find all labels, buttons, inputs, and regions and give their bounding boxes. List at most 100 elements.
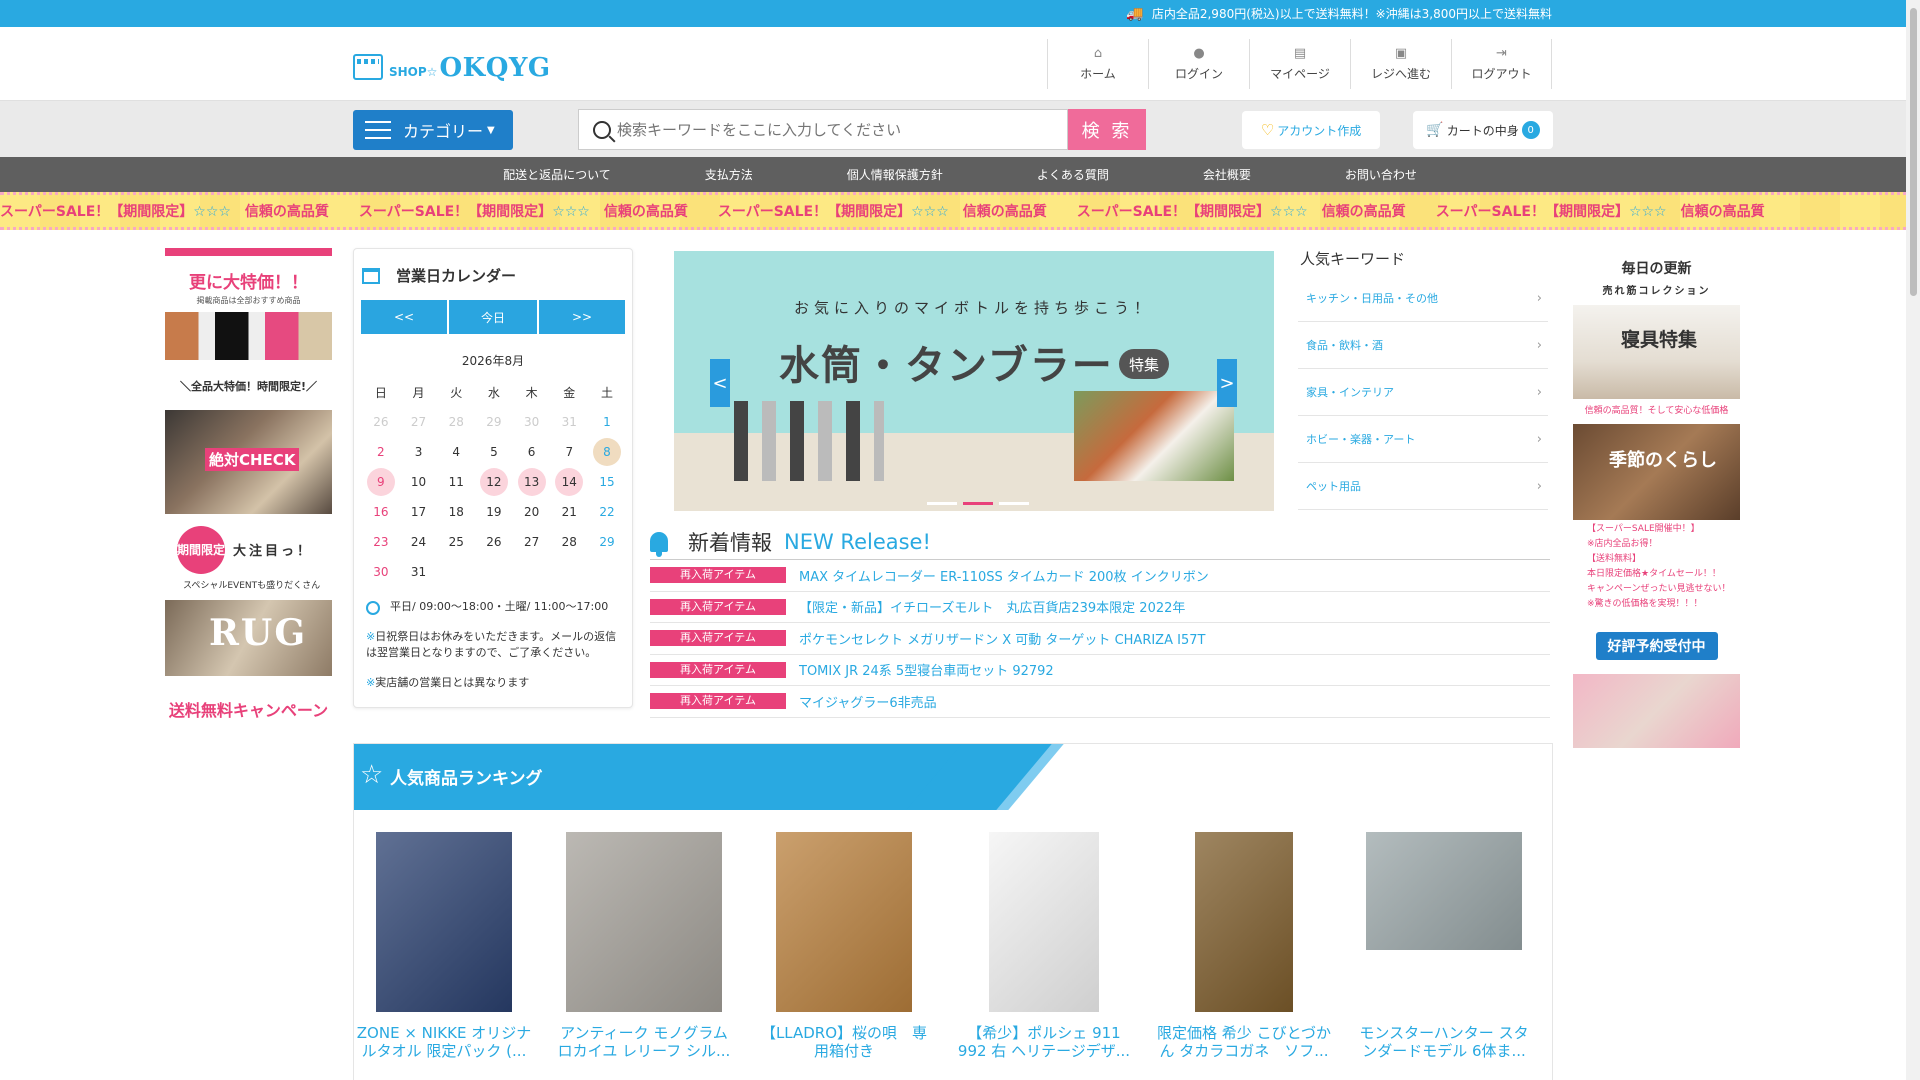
gnav-payment[interactable]: 支払方法 <box>705 166 753 183</box>
product-name[interactable]: モンスターハンター スタンダードモデル 6体ま... <box>1357 1024 1532 1060</box>
calendar-day: 2 <box>377 445 385 459</box>
category-button[interactable]: カテゴリー ▼ <box>353 110 513 150</box>
calendar-day: 4 <box>452 445 461 459</box>
keyword-item[interactable]: キッチン・日用品・その他 › <box>1298 275 1548 322</box>
chevron-right-icon: › <box>1536 337 1542 353</box>
search-box <box>578 109 1068 150</box>
sale-marquee: スーパーSALE！【期間限定】☆☆☆ 信頼の高品質 スーパーSALE！【期間限定… <box>0 192 1920 230</box>
product-list: ZONE × NIKKE オリジナルタオル 限定パック (... アンティーク … <box>354 810 1552 1080</box>
keyword-item[interactable]: ペット用品 › <box>1298 463 1548 510</box>
slider-dot-active[interactable] <box>963 502 993 505</box>
calendar-day: 19 <box>486 505 502 519</box>
marquee-item: スーパーSALE！【期間限定】☆☆☆ 信頼の高品質 <box>1435 204 1765 220</box>
slider-dot[interactable] <box>927 502 957 505</box>
hero-title: 水筒・タンブラー <box>779 343 1114 389</box>
calendar-today-button[interactable]: 今日 <box>449 300 537 334</box>
product-card[interactable]: モンスターハンター スタンダードモデル 6体ま... <box>1354 832 1534 1060</box>
page-scrollbar[interactable] <box>1906 0 1920 1080</box>
create-account-button[interactable]: ♡ アカウント作成 <box>1242 111 1380 149</box>
nav-home[interactable]: ⌂ ホーム <box>1047 39 1148 89</box>
weekday-header: 水 <box>487 385 500 400</box>
nav-mypage[interactable]: ▤ マイページ <box>1249 39 1350 89</box>
product-image[interactable] <box>989 832 1099 1012</box>
product-name[interactable]: 限定価格 希少 こびとづかん タカラコガネ ソフ... <box>1157 1024 1332 1060</box>
slider-next-button[interactable]: > <box>1217 359 1237 407</box>
banner-special-price[interactable]: 更に大特価！！ 掲載商品は全部おすすめ商品 <box>165 248 332 364</box>
keyword-item[interactable]: 家具・インテリア › <box>1298 369 1548 416</box>
news-item[interactable]: 再入荷アイテム TOMIX JR 24系 5型寝台車両セット 92792 <box>650 655 1550 686</box>
star-icon: ☆ <box>360 760 384 790</box>
news-item[interactable]: 再入荷アイテム マイジャグラー6非売品 <box>650 686 1550 718</box>
product-card[interactable]: 【LLADRO】桜の唄 専用箱付き <box>754 832 934 1060</box>
product-card[interactable]: アンティーク モノグラム ロカイユ レリーフ シル... <box>554 832 734 1060</box>
product-image[interactable] <box>566 832 722 1012</box>
keyword-item[interactable]: ホビー・楽器・アート › <box>1298 416 1548 463</box>
preorder-button[interactable]: 好評予約受付中 <box>1595 632 1718 660</box>
search-input[interactable] <box>617 120 1037 139</box>
gnav-privacy[interactable]: 個人情報保護方針 <box>847 166 943 183</box>
news-link[interactable]: 【限定・新品】イチローズモルト 丸広百貨店239本限定 2022年 <box>799 597 1185 616</box>
banner-seasonal-living[interactable]: 季節のくらし <box>1573 424 1740 520</box>
bedding-text: 寝具特集 <box>1621 329 1698 351</box>
calendar-day: 29 <box>599 535 615 549</box>
gnav-contact[interactable]: お問い合わせ <box>1345 166 1417 183</box>
nav-login[interactable]: ● ログイン <box>1148 39 1249 89</box>
nav-mypage-label: マイページ <box>1270 66 1330 81</box>
calendar-day: 8 <box>588 437 626 467</box>
marquee-item: スーパーSALE！【期間限定】☆☆☆ 信頼の高品質 <box>1076 204 1406 220</box>
product-image[interactable] <box>1195 832 1293 1012</box>
news-link[interactable]: TOMIX JR 24系 5型寝台車両セット 92792 <box>799 660 1054 679</box>
product-name[interactable]: 【LLADRO】桜の唄 専用箱付き <box>757 1024 932 1060</box>
banner-pink[interactable] <box>1573 674 1740 748</box>
product-card[interactable]: 【希少】ポルシェ 911 992 右 ヘリテージデザ... <box>954 832 1134 1060</box>
calendar-day: 22 <box>599 505 615 519</box>
product-name[interactable]: 【希少】ポルシェ 911 992 右 ヘリテージデザ... <box>957 1024 1132 1060</box>
scrollbar-thumb[interactable] <box>1910 8 1917 296</box>
nav-logout[interactable]: ⇥ ログアウト <box>1451 39 1552 89</box>
calendar-next-button[interactable]: >> <box>539 300 625 334</box>
product-image[interactable] <box>376 832 512 1012</box>
cart-button[interactable]: 🛒 カートの中身 0 <box>1413 111 1553 149</box>
slider-prev-button[interactable]: < <box>710 359 730 407</box>
calendar-day: 25 <box>448 535 464 549</box>
restock-badge: 再入荷アイテム <box>650 598 786 615</box>
site-logo[interactable]: SHOP☆ OKQYG <box>353 50 551 83</box>
gnav-shipping[interactable]: 配送と返品について <box>503 166 611 183</box>
product-image[interactable] <box>1366 832 1522 950</box>
banner-bedding[interactable]: 寝具特集 <box>1573 305 1740 399</box>
chevron-right-icon: › <box>1536 384 1542 400</box>
banner-limited-period[interactable]: 期間限定 大注目っ！ スペシャルEVENTも盛りだくさん <box>165 522 332 592</box>
product-name[interactable]: アンティーク モノグラム ロカイユ レリーフ シル... <box>557 1024 732 1060</box>
product-card[interactable]: ZONE × NIKKE オリジナルタオル 限定パック (... <box>354 832 534 1060</box>
search-button[interactable]: 検 索 <box>1068 109 1146 150</box>
news-link[interactable]: マイジャグラー6非売品 <box>799 692 937 711</box>
news-title: 新着情報 <box>688 530 772 555</box>
banner-time-limited[interactable]: ＼全品大特価！時間限定!／ <box>165 372 332 402</box>
gnav-faq[interactable]: よくある質問 <box>1037 166 1109 183</box>
nav-checkout[interactable]: ▣ レジへ進む <box>1350 39 1451 89</box>
banner-rug[interactable]: RUG <box>165 600 332 676</box>
news-item[interactable]: 再入荷アイテム MAX タイムレコーダー ER-110SS タイムカード 200枚… <box>650 560 1550 592</box>
product-card[interactable]: 限定価格 希少 こびとづかん タカラコガネ ソフ... <box>1154 832 1334 1060</box>
news-item[interactable]: 再入荷アイテム ポケモンセレクト メガリザードン X 可動 ターゲット CHARI… <box>650 623 1550 655</box>
calendar-note-holidays: ※日祝祭日はお休みをいただきます。メールの返信は翌営業日となりますので、ご了承く… <box>366 630 617 659</box>
calendar-day: 27 <box>523 535 540 549</box>
news-link[interactable]: ポケモンセレクト メガリザードン X 可動 ターゲット CHARIZA I57T <box>799 629 1205 648</box>
hero-slider[interactable]: お気に入りのマイボトルを持ち歩こう！ 水筒・タンブラー 特集 < > <box>674 251 1274 511</box>
global-nav: 配送と返品について 支払方法 個人情報保護方針 よくある質問 会社概要 お問い合… <box>0 157 1920 192</box>
keyword-item[interactable]: 食品・飲料・酒 › <box>1298 322 1548 369</box>
banner-check[interactable]: 絶対CHECK <box>165 410 332 514</box>
calendar-prev-button[interactable]: << <box>361 300 447 334</box>
news-item[interactable]: 再入荷アイテム 【限定・新品】イチローズモルト 丸広百貨店239本限定 2022年 <box>650 592 1550 623</box>
banner-free-shipping[interactable]: 送料無料キャンペーン <box>165 684 332 734</box>
sale-text-banner[interactable]: 【スーパーSALE開催中！】 ※店内全品お得！ 【送料無料】 本日限定価格★タイ… <box>1573 522 1740 626</box>
news-link[interactable]: MAX タイムレコーダー ER-110SS タイムカード 200枚 インクリボン <box>799 566 1209 585</box>
product-name[interactable]: ZONE × NIKKE オリジナルタオル 限定パック (... <box>357 1024 532 1060</box>
business-hours: 平日/ 09:00～18:00・土曜/ 11:00～17:00 <box>366 599 632 615</box>
gnav-company[interactable]: 会社概要 <box>1203 166 1251 183</box>
shipping-notice: 店内全品2,980円(税込)以上で送料無料！※沖縄は3,800円以上で送料無料 <box>1151 7 1552 21</box>
weekday-header: 木 <box>525 385 538 400</box>
product-image[interactable] <box>776 832 912 1012</box>
slider-dot[interactable] <box>999 502 1029 505</box>
calendar-day: 1 <box>603 415 611 429</box>
